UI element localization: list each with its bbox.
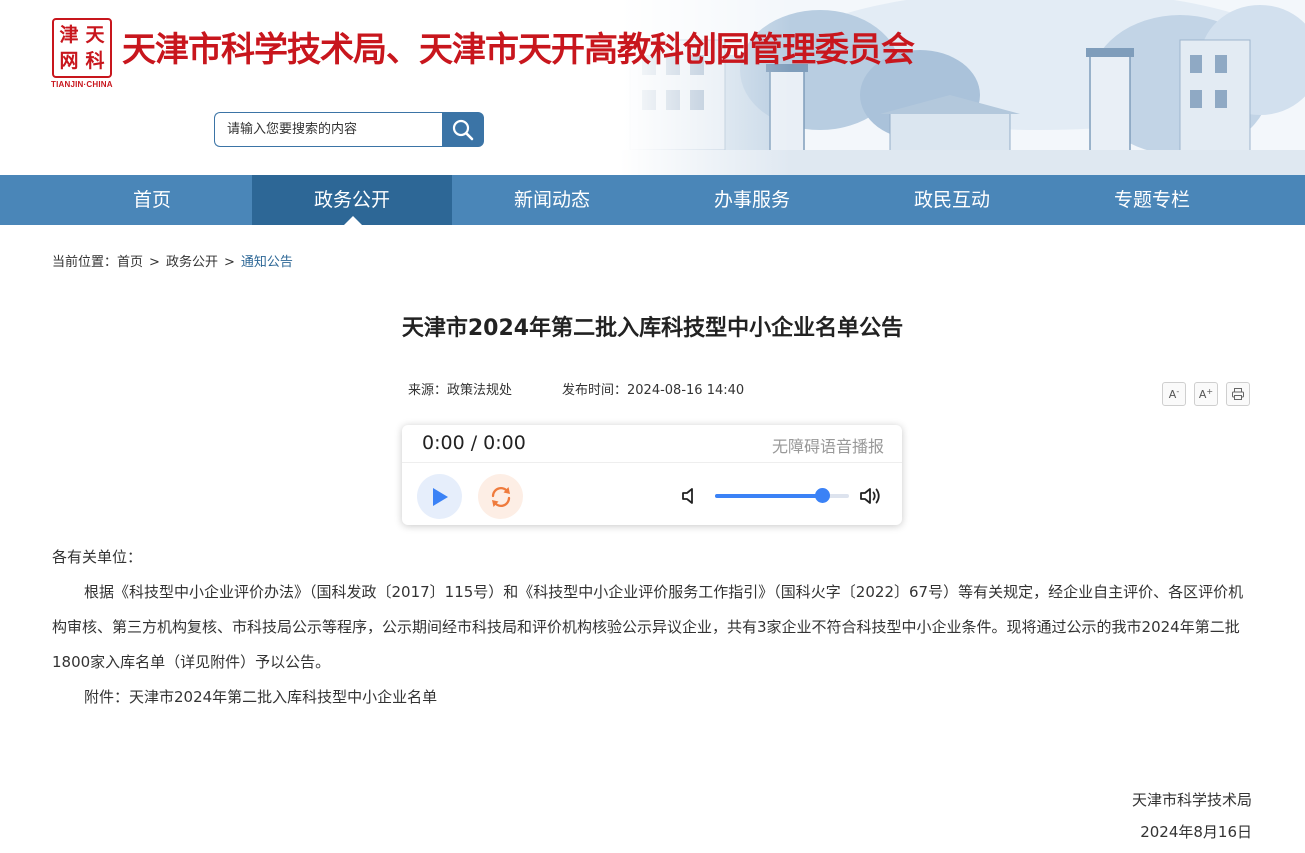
- main-nav: 首页 政务公开 新闻动态 办事服务 政民互动 专题专栏: [0, 175, 1305, 225]
- nav-item-home[interactable]: 首页: [52, 175, 252, 225]
- article-body: 各有关单位： 根据《科技型中小企业评价办法》（国科发政〔2017〕115号）和《…: [52, 540, 1254, 715]
- signature-block: 天津市科学技术局 2024年8月16日: [1132, 784, 1252, 848]
- print-icon: [1232, 388, 1244, 400]
- accessibility-audio-player: 0:00 / 0:00 无障碍语音播报: [402, 425, 902, 525]
- breadcrumb-current[interactable]: 通知公告: [241, 255, 293, 270]
- logo-char: 天: [85, 24, 105, 46]
- breadcrumb-link-home[interactable]: 首页: [117, 255, 143, 270]
- site-title: 天津市科学技术局、天津市天开高教科创园管理委员会: [122, 30, 915, 70]
- logo-char: 科: [85, 50, 105, 72]
- search-icon: [452, 119, 474, 140]
- salutation: 各有关单位：: [52, 548, 143, 566]
- volume-slider-fill: [715, 494, 823, 498]
- breadcrumb-link-government-affairs[interactable]: 政务公开: [166, 255, 218, 270]
- logo-seal: 津 天 网 科: [52, 18, 112, 78]
- nav-item-news[interactable]: 新闻动态: [452, 175, 652, 225]
- body-paragraph: 根据《科技型中小企业评价办法》（国科发政〔2017〕115号）和《科技型中小企业…: [52, 583, 1244, 671]
- article-source: 来源：政策法规处: [408, 383, 513, 398]
- print-button[interactable]: [1226, 382, 1250, 406]
- font-decrease-label: A: [1168, 387, 1177, 401]
- search-input[interactable]: [214, 112, 444, 147]
- nav-item-special-topics[interactable]: 专题专栏: [1052, 175, 1252, 225]
- volume-high-icon[interactable]: [858, 484, 884, 508]
- search-button[interactable]: [442, 112, 484, 147]
- site-logo[interactable]: 津 天 网 科 TIANJIN·CHINA: [51, 18, 114, 89]
- replay-icon: [491, 486, 510, 507]
- player-divider: [402, 462, 902, 463]
- article-publish-time: 发布时间：2024-08-16 14:40: [562, 383, 745, 398]
- replay-button[interactable]: [478, 474, 523, 519]
- volume-low-icon[interactable]: [680, 485, 702, 507]
- font-decrease-button[interactable]: A-: [1162, 382, 1186, 406]
- nav-item-interaction[interactable]: 政民互动: [852, 175, 1052, 225]
- signer: 天津市科学技术局: [1131, 791, 1252, 809]
- article-title: 天津市2024年第二批入库科技型中小企业名单公告: [401, 316, 904, 341]
- font-increase-button[interactable]: A +: [1194, 382, 1218, 406]
- volume-slider-knob[interactable]: [814, 488, 830, 503]
- logo-char: 津: [59, 24, 79, 46]
- attachment-link[interactable]: 附件：天津市2024年第二批入库科技型中小企业名单: [52, 680, 1254, 715]
- breadcrumb-separator: >: [149, 255, 160, 270]
- article-meta: 来源：政策法规处 发布时间：2024-08-16 14:40: [408, 379, 744, 398]
- search-bar: [214, 112, 484, 147]
- article-tools: A- A +: [1162, 382, 1250, 406]
- logo-char: 网: [59, 50, 79, 72]
- volume-slider[interactable]: [715, 488, 849, 503]
- font-increase-sup: +: [1206, 386, 1214, 396]
- player-label: 无障碍语音播报: [771, 437, 884, 456]
- font-increase-label: A: [1198, 387, 1207, 401]
- font-decrease-sup: -: [1176, 386, 1180, 396]
- logo-subtitle: TIANJIN·CHINA: [51, 80, 113, 89]
- site-header: 津 天 网 科 TIANJIN·CHINA 天津市科学技术局、天津市天开高教科创…: [0, 0, 1305, 175]
- sign-date: 2024年8月16日: [1140, 823, 1252, 841]
- breadcrumb: 当前位置：首页 > 政务公开 > 通知公告: [52, 251, 293, 270]
- nav-item-government-affairs[interactable]: 政务公开: [252, 175, 452, 225]
- player-time: 0:00 / 0:00: [422, 432, 526, 454]
- breadcrumb-prefix: 当前位置：: [52, 255, 118, 270]
- nav-item-services[interactable]: 办事服务: [652, 175, 852, 225]
- play-icon: [432, 487, 448, 506]
- play-button[interactable]: [417, 474, 462, 519]
- breadcrumb-separator: >: [223, 255, 235, 270]
